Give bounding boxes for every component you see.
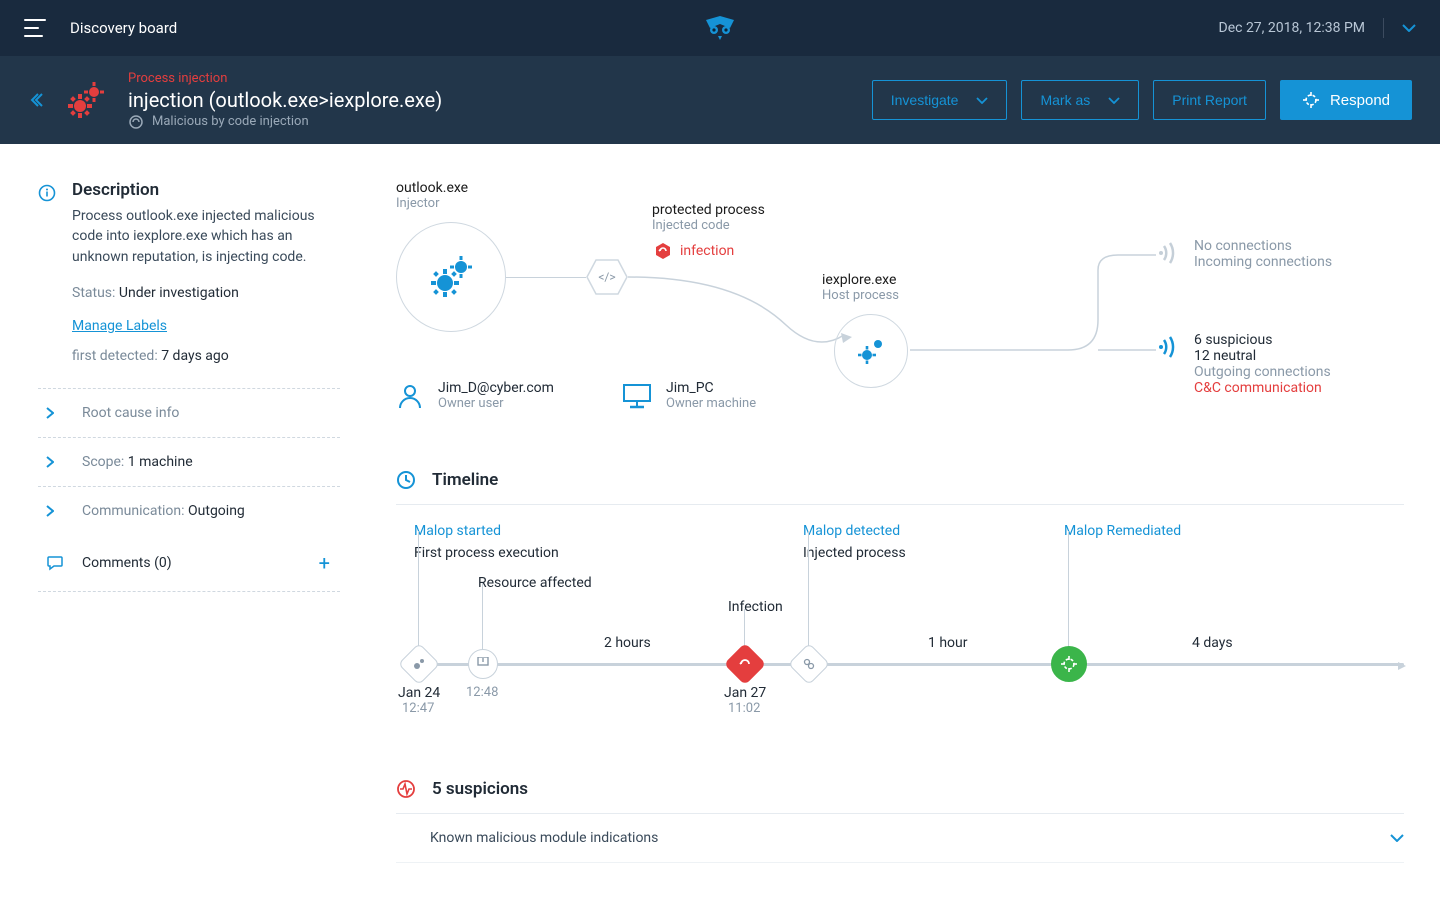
- suspicion-row[interactable]: Known malicious module indications: [396, 814, 1404, 863]
- back-chevron-icon[interactable]: [28, 92, 44, 108]
- time-1248: 12:48: [466, 685, 498, 700]
- svg-text:</>: </>: [598, 270, 615, 284]
- owner-user-name: Jim_D@cyber.com: [438, 380, 554, 396]
- injector-role: Injector: [396, 196, 468, 211]
- sidebar-item-root-cause[interactable]: Root cause info: [38, 388, 340, 437]
- host-node[interactable]: [834, 314, 908, 388]
- outgoing-connections-label: Outgoing connections: [1194, 364, 1331, 380]
- graph-connector: [506, 277, 586, 278]
- incoming-connections-label: Incoming connections: [1194, 254, 1332, 270]
- respond-button[interactable]: Respond: [1280, 80, 1412, 120]
- infection-label: infection: [680, 243, 734, 259]
- add-comment-button[interactable]: +: [319, 551, 330, 575]
- reason-icon: [128, 114, 144, 130]
- malop-type-icon: [62, 76, 110, 124]
- mark-as-button[interactable]: Mark as: [1021, 80, 1139, 120]
- scope-label: Scope:: [82, 454, 128, 470]
- print-report-button[interactable]: Print Report: [1153, 80, 1266, 120]
- date-jan27: Jan 27: [724, 685, 766, 701]
- signal-icon: [1158, 242, 1184, 264]
- page-title: Discovery board: [70, 19, 177, 37]
- date-jan24: Jan 24: [398, 685, 440, 701]
- host-name: iexplore.exe: [822, 272, 899, 288]
- datetime-display: Dec 27, 2018, 12:38 PM: [1219, 20, 1365, 36]
- clock-icon: [396, 470, 416, 490]
- divider: [1383, 18, 1384, 38]
- target-icon: [1302, 91, 1320, 109]
- chevron-down-icon: [976, 97, 988, 104]
- code-node: </>: [586, 259, 628, 295]
- graph-branch: [908, 250, 1168, 360]
- threat-title: injection (outlook.exe>iexplore.exe): [128, 88, 442, 112]
- owner-machine-name: Jim_PC: [666, 380, 756, 396]
- threat-category: Process injection: [128, 71, 442, 86]
- one-hour-label: 1 hour: [928, 635, 968, 651]
- first-detected-label: first detected:: [72, 348, 161, 364]
- first-process-label: First process execution: [414, 545, 559, 561]
- threat-reason: Malicious by code injection: [152, 114, 309, 129]
- timeline-node-infection[interactable]: [724, 643, 766, 685]
- cc-communication-label: C&C communication: [1194, 380, 1331, 396]
- injector-node[interactable]: [396, 222, 506, 332]
- timeline-heading: Timeline: [432, 470, 498, 490]
- injected-process-label: Injected process: [803, 545, 906, 561]
- status-label: Status:: [72, 285, 119, 301]
- chevron-right-icon: [46, 456, 64, 468]
- sidebar-item-communication[interactable]: Communication: Outgoing: [38, 486, 340, 535]
- user-icon: [396, 382, 424, 410]
- first-detected-value: 7 days ago: [161, 348, 229, 364]
- resource-affected-label: Resource affected: [478, 575, 592, 591]
- owner-machine-role: Owner machine: [666, 396, 756, 411]
- chevron-down-icon: [1390, 834, 1404, 842]
- injector-name: outlook.exe: [396, 180, 468, 196]
- timeline-node-start[interactable]: [398, 643, 440, 685]
- timeline-node-detected[interactable]: [788, 643, 830, 685]
- info-icon: [38, 184, 56, 202]
- sidebar-item-scope[interactable]: Scope: 1 machine: [38, 437, 340, 486]
- scope-value: 1 machine: [128, 454, 193, 470]
- protected-title: protected process: [652, 202, 765, 218]
- timeline-node-remediated[interactable]: [1051, 646, 1087, 682]
- description-text: Process outlook.exe injected malicious c…: [38, 206, 340, 267]
- sidebar-item-comments[interactable]: Comments (0) +: [38, 535, 340, 592]
- root-cause-label: Root cause info: [82, 405, 179, 421]
- infection-label: Infection: [728, 599, 783, 615]
- protected-sub: Injected code: [652, 218, 765, 233]
- signal-icon: [1158, 336, 1184, 358]
- suspicious-count: 6 suspicious: [1194, 332, 1331, 348]
- chevron-right-icon: [46, 505, 64, 517]
- pulse-icon: [396, 779, 416, 799]
- time-1247: 12:47: [402, 701, 434, 716]
- time-1102: 11:02: [728, 701, 760, 716]
- suspicions-heading: 5 suspicions: [432, 779, 528, 799]
- host-role: Host process: [822, 288, 899, 303]
- description-heading: Description: [72, 180, 159, 200]
- infection-icon: [654, 242, 672, 260]
- malop-detected-label: Malop detected: [803, 523, 900, 539]
- comm-value: Outgoing: [188, 503, 245, 519]
- comm-label: Communication:: [82, 503, 188, 519]
- neutral-count: 12 neutral: [1194, 348, 1331, 364]
- malop-started-label: Malop started: [414, 523, 501, 539]
- comments-label: Comments (0): [82, 555, 172, 571]
- status-value: Under investigation: [119, 285, 239, 301]
- two-hours-label: 2 hours: [604, 635, 651, 651]
- user-menu-chevron[interactable]: [1402, 24, 1416, 32]
- comment-icon: [46, 554, 64, 572]
- monitor-icon: [622, 383, 652, 409]
- brand-logo: [702, 14, 738, 42]
- four-days-label: 4 days: [1192, 635, 1233, 651]
- suspicion-label: Known malicious module indications: [430, 830, 658, 846]
- menu-icon[interactable]: [24, 19, 46, 37]
- chevron-down-icon: [1108, 97, 1120, 104]
- owner-user-role: Owner user: [438, 396, 554, 411]
- investigate-button[interactable]: Investigate: [872, 80, 1008, 120]
- no-connections-label: No connections: [1194, 238, 1332, 254]
- manage-labels-link[interactable]: Manage Labels: [72, 318, 167, 334]
- chevron-right-icon: [46, 407, 64, 419]
- malop-remediated-label: Malop Remediated: [1064, 523, 1181, 539]
- timeline-node-resource[interactable]: [468, 649, 498, 679]
